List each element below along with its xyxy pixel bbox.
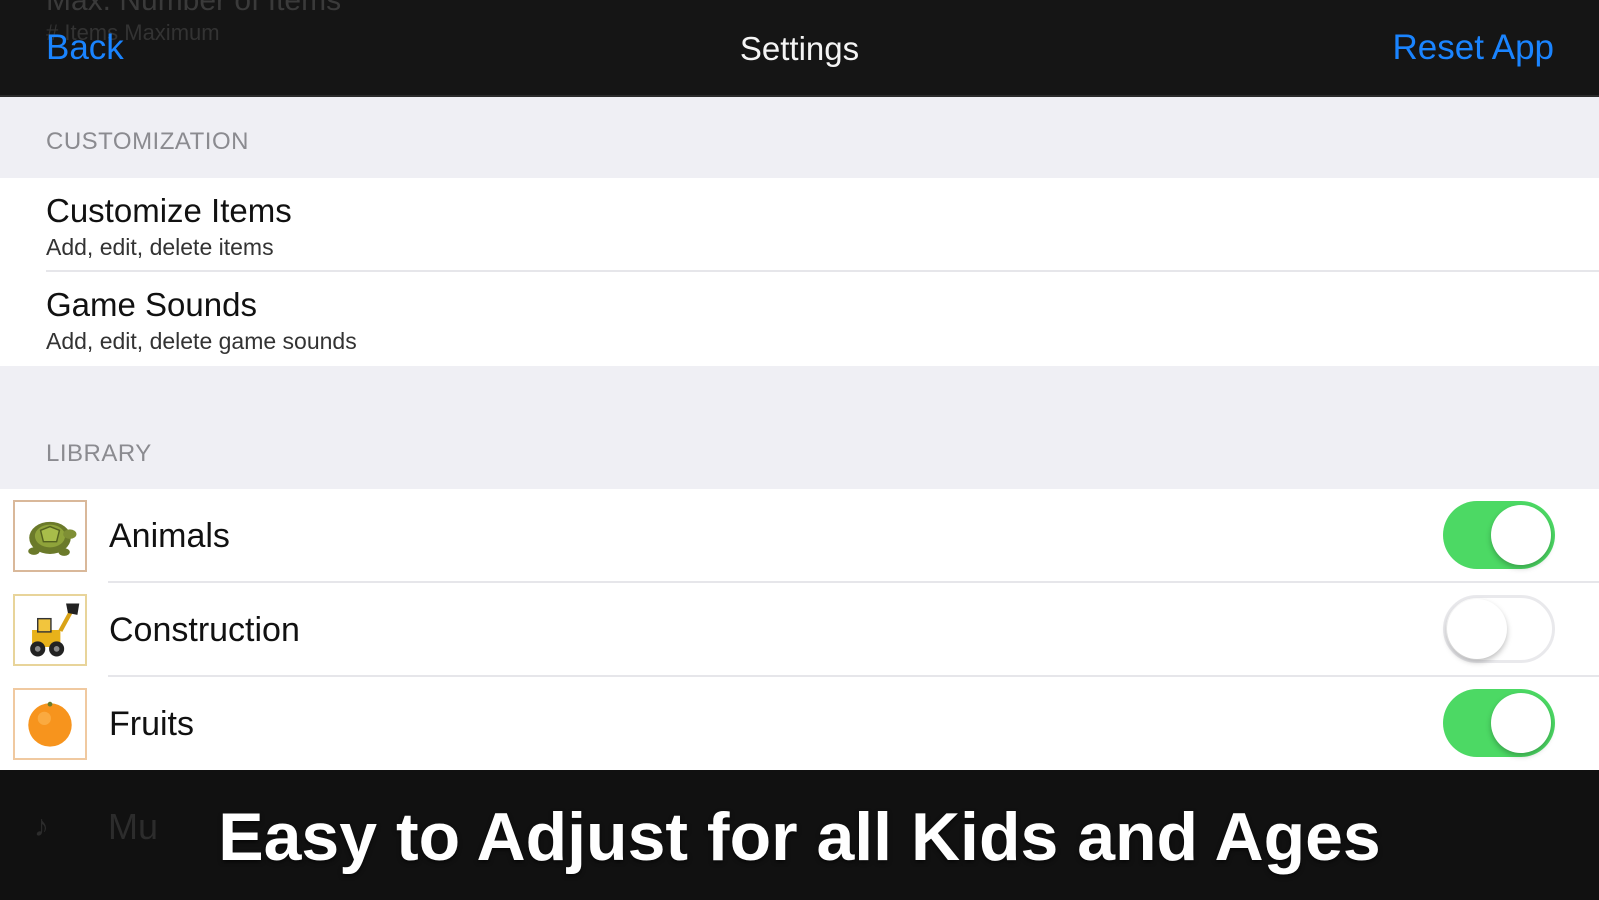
construction-toggle[interactable] [1443,595,1555,663]
turtle-icon [13,500,87,572]
game-sounds-subtitle: Add, edit, delete game sounds [46,328,357,354]
reset-app-button[interactable]: Reset App [1393,28,1555,68]
navigation-bar: Max. Number of Items # Items Maximum Bac… [0,0,1599,97]
customize-items-row[interactable]: Customize Items Add, edit, delete items [0,178,1599,272]
library-group: Animals Construction Fruits [0,489,1599,771]
library-label-construction: Construction [109,611,300,649]
scrolled-under-row-title: Max. Number of Items [46,0,342,17]
page-title: Settings [739,30,860,67]
toggle-knob [1491,693,1551,753]
caption-banner: ♪ Mu Easy to Adjust for all Kids and Age… [0,770,1599,900]
customize-items-subtitle: Add, edit, delete items [46,234,274,260]
customize-items-title: Customize Items [46,192,292,229]
toggle-knob [1447,599,1507,659]
section-header-customization: CUSTOMIZATION [46,128,249,155]
settings-screen: Max. Number of Items # Items Maximum Bac… [0,0,1599,900]
promo-caption: Easy to Adjust for all Kids and Ages [218,799,1381,875]
fruits-toggle[interactable] [1443,689,1555,757]
section-header-library: LIBRARY [46,440,152,467]
game-sounds-title: Game Sounds [46,286,257,323]
loader-truck-icon [13,594,87,666]
toggle-knob [1491,505,1551,565]
game-sounds-row[interactable]: Game Sounds Add, edit, delete game sound… [0,272,1599,366]
library-label-fruits: Fruits [109,705,194,743]
animals-toggle[interactable] [1443,501,1555,569]
library-row-fruits: Fruits [0,677,1599,771]
customization-group: Customize Items Add, edit, delete items … [0,178,1599,366]
library-row-animals: Animals [0,489,1599,583]
library-label-animals: Animals [109,517,230,555]
library-row-construction: Construction [0,583,1599,677]
orange-icon [13,688,87,760]
